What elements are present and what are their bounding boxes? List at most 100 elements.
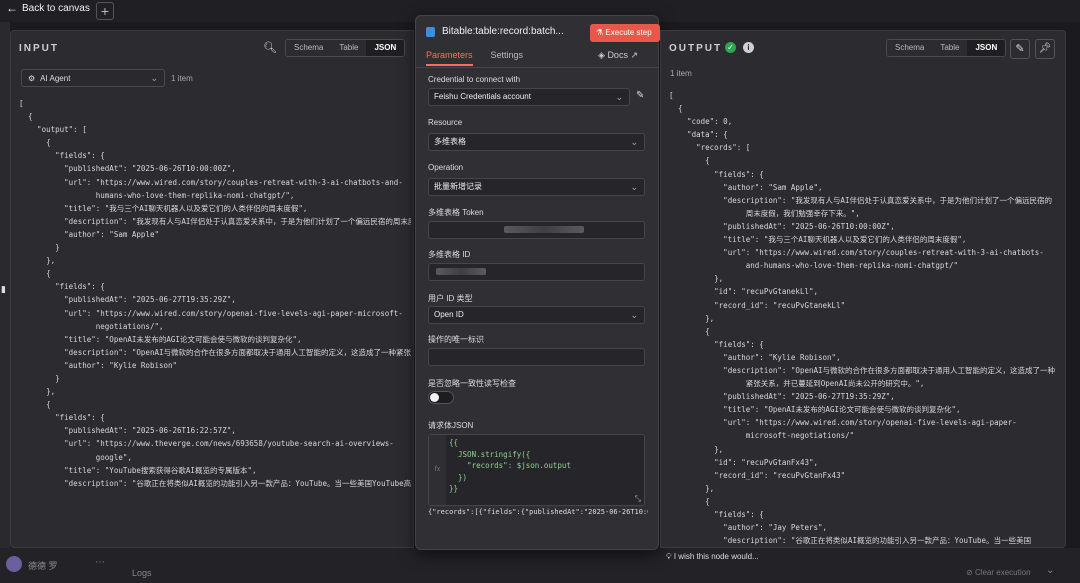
operation-value: 批量新增记录: [434, 182, 482, 191]
input-json-line: "url": "https://www.wired.com/story/open…: [19, 308, 403, 318]
input-title: INPUT: [19, 43, 59, 54]
node-title[interactable]: Bitable:table:record:batch...: [442, 26, 564, 37]
tab-parameters[interactable]: Parameters: [426, 50, 473, 66]
output-json-line: "records": [: [669, 143, 751, 153]
back-label: Back to canvas: [22, 2, 90, 14]
output-json-line: "record_id": "recuPvGtanekLl": [669, 300, 846, 310]
pin-icon[interactable]: 📌︎: [1035, 39, 1055, 59]
logs-tab[interactable]: Logs: [132, 568, 152, 578]
body-json-editor[interactable]: fx {{ JSON.stringify({ "records": $json.…: [428, 434, 645, 506]
resource-select[interactable]: 多维表格 ⌄: [428, 133, 645, 151]
resize-corner-icon[interactable]: ⤡: [635, 494, 641, 504]
output-json-line: },: [669, 444, 724, 454]
output-json-line: 紧张关系，并已蔓延到OpenAI尚未公开的研究中。",: [669, 379, 925, 389]
body-code: {{ JSON.stringify({ "records": $json.out…: [449, 437, 571, 495]
chevron-down-icon: ⌄: [615, 92, 623, 102]
user-menu-icon[interactable]: ⋯: [95, 557, 105, 568]
chevron-down-icon[interactable]: ⌄: [1046, 565, 1054, 576]
output-json-line: "url": "https://www.wired.com/story/open…: [669, 418, 1017, 428]
input-json-line: },: [19, 387, 56, 397]
docs-link[interactable]: ◈ Docs ↗: [598, 50, 638, 61]
output-json-line: {: [669, 156, 710, 166]
output-json-line: {: [669, 104, 683, 114]
output-json-line: "fields": {: [669, 169, 764, 179]
table-id-input[interactable]: [428, 263, 645, 281]
add-node-button[interactable]: +: [96, 2, 114, 20]
resource-label: Resource: [428, 118, 463, 127]
lightbulb-icon: 💡︎: [666, 552, 672, 561]
ignore-consistency-toggle[interactable]: [428, 391, 454, 404]
avatar[interactable]: [6, 556, 22, 572]
expression-icon: fx: [429, 435, 446, 505]
body-code-line: }}: [449, 484, 459, 493]
output-json-line: "fields": {: [669, 510, 764, 519]
edit-credential-icon[interactable]: ✎: [636, 90, 644, 101]
credential-value: Feishu Credentials account: [434, 92, 531, 101]
output-json-line: },: [669, 313, 715, 323]
output-title: OUTPUT: [669, 43, 723, 54]
clear-execution-button[interactable]: ⊘ Clear execution: [966, 568, 1031, 577]
credential-select[interactable]: Feishu Credentials account ⌄: [428, 88, 630, 106]
output-json-line: "title": "OpenAI未发布的AGI论文可能会使与微软的谈判复杂化",: [669, 405, 961, 415]
client-token-input[interactable]: [428, 348, 645, 366]
view-json[interactable]: JSON: [366, 40, 405, 56]
redacted-value: [504, 226, 584, 234]
input-json-line: "url": "https://www.wired.com/story/coup…: [19, 177, 403, 187]
user-id-type-select[interactable]: Open ID ⌄: [428, 306, 645, 324]
divider: [416, 67, 658, 68]
toggle-knob: [430, 393, 439, 402]
node-header: Bitable:table:record:batch... ⚗ Execute …: [416, 16, 660, 46]
view-table[interactable]: Table: [932, 40, 968, 56]
input-node-select[interactable]: ⚙ AI Agent ⌄: [21, 69, 165, 87]
view-schema[interactable]: Schema: [887, 40, 933, 56]
success-check-icon: ✓: [725, 42, 736, 53]
input-json-line: {: [19, 112, 33, 122]
view-json[interactable]: JSON: [967, 40, 1006, 56]
output-json-line: "publishedAt": "2025-06-27T19:35:29Z",: [669, 392, 895, 402]
output-json-line: "description": "OpenAI与微软的合作在很多方面都取决于通用人…: [669, 365, 1056, 375]
resource-value: 多维表格: [434, 137, 466, 146]
input-json-line: "description": "我发现有人与AI伴侣处于认真恋爱关系中，于是为他…: [64, 216, 411, 226]
edit-output-icon[interactable]: ✎: [1010, 39, 1030, 59]
resize-handle-icon[interactable]: ▮: [1, 284, 6, 298]
input-json-line: },: [19, 256, 56, 266]
output-json-line: "fields": {: [669, 339, 764, 349]
search-icon[interactable]: 🔍︎: [263, 41, 277, 54]
input-json-line: }: [19, 243, 60, 253]
output-json-line: {: [669, 326, 710, 336]
clear-execution-label: Clear execution: [974, 568, 1031, 577]
back-to-canvas-button[interactable]: ← Back to canvas: [6, 0, 90, 16]
arrow-left-icon: ←: [6, 1, 18, 15]
output-json-line: [: [669, 91, 674, 100]
node-tabs: Parameters Settings: [426, 50, 523, 66]
robot-icon: ⚙: [28, 73, 36, 83]
operation-select[interactable]: 批量新增记录 ⌄: [428, 178, 645, 196]
chevron-down-icon: ⌄: [630, 182, 638, 192]
output-json-line: "id": "recuPvGtanFx43",: [669, 457, 819, 467]
info-icon[interactable]: i: [743, 42, 754, 53]
output-view-switcher: Schema Table JSON: [886, 39, 1007, 57]
user-id-type-value: Open ID: [434, 310, 464, 319]
input-json-line: "publishedAt": "2025-06-26T16:22:57Z",: [19, 426, 236, 436]
input-json-view: [ { "output": [ { "fields": { "published…: [19, 97, 411, 545]
input-json-line: "title": "我与三个AI聊天机器人以及爱它们的人类伴侣的周末度假",: [19, 203, 308, 213]
input-json-line: google",: [19, 452, 132, 462]
canvas-left-strip: ▮: [0, 22, 10, 552]
output-json-line: "data": {: [669, 130, 728, 140]
external-link-icon: ↗: [630, 50, 639, 60]
view-table[interactable]: Table: [331, 40, 367, 56]
input-json-line: "author": "Sam Apple": [19, 229, 159, 239]
feedback-prompt[interactable]: 💡︎ I wish this node would...: [666, 552, 759, 562]
output-json-line: },: [669, 274, 724, 284]
input-json-line: "title": "YouTube搜索获得谷歌AI概览的专属版本",: [19, 465, 257, 475]
output-json-line: "record_id": "recuPvGtanFx43": [669, 470, 846, 480]
execute-step-button[interactable]: ⚗ Execute step: [590, 24, 660, 42]
token-input[interactable]: [428, 221, 645, 239]
book-icon: ◈: [598, 50, 605, 60]
output-json-view: [ { "code": 0, "data": { "records": [ { …: [669, 89, 1061, 545]
view-schema[interactable]: Schema: [286, 40, 332, 56]
tab-settings[interactable]: Settings: [491, 50, 524, 66]
input-panel: INPUT 🔍︎ Schema Table JSON ⚙ AI Agent ⌄ …: [10, 30, 414, 548]
output-item-count: 1 item: [670, 69, 692, 78]
input-json-line: [: [19, 99, 24, 108]
